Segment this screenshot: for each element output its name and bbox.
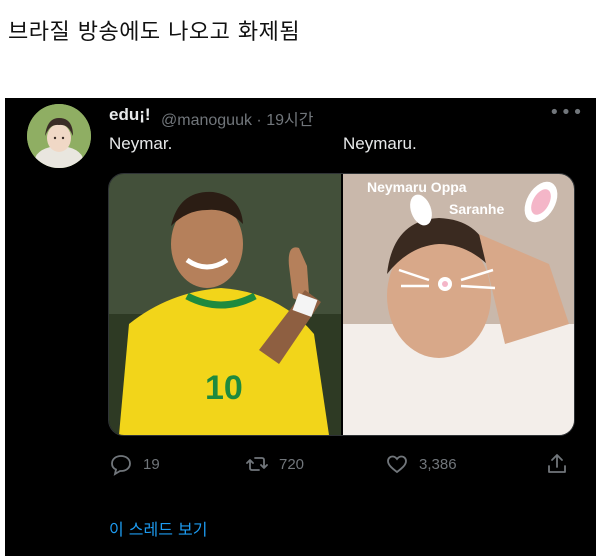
tweet-media[interactable]: 10 Neymaru Oppa Saranhe [108,173,575,436]
overlay-text-line2: Saranhe [449,201,504,217]
share-button[interactable] [545,452,569,476]
tweet-card[interactable]: edu¡! @manoguuk · 19시간 ••• Neymar. Neyma… [5,98,596,556]
caption-left: Neymar. [109,134,173,153]
media-images: 10 Neymaru Oppa Saranhe [109,174,574,435]
post-title: 브라질 방송에도 나오고 화제됨 [8,20,301,45]
action-bar: 19 720 3,386 [5,452,596,482]
handle-and-time: @manoguuk · 19시간 [161,106,313,130]
separator: · [256,112,262,129]
left-photo[interactable]: 10 [109,174,341,435]
avatar[interactable] [27,104,91,168]
timestamp[interactable]: 19시간 [266,112,313,129]
overlay-text-line1: Neymaru Oppa [367,179,467,195]
reply-icon [111,455,131,476]
jersey-number: 10 [205,369,243,407]
handle[interactable]: @manoguuk [161,112,252,129]
reply-count: 19 [143,455,160,473]
retweet-button[interactable]: 720 [245,452,304,476]
caption-right: Neymaru. [343,134,417,153]
heart-icon [387,455,407,474]
avatar-image [27,104,91,168]
reply-button[interactable]: 19 [109,452,160,476]
retweet-icon [246,457,268,471]
more-dots-icon[interactable]: ••• [549,102,584,123]
display-name[interactable]: edu¡! [109,105,151,125]
like-count: 3,386 [419,455,457,473]
share-icon [548,454,566,473]
retweet-count: 720 [279,455,305,473]
show-thread-link[interactable]: 이 스레드 보기 [109,516,208,540]
right-photo[interactable]: Neymaru Oppa Saranhe [343,174,574,435]
like-button[interactable]: 3,386 [385,452,457,476]
